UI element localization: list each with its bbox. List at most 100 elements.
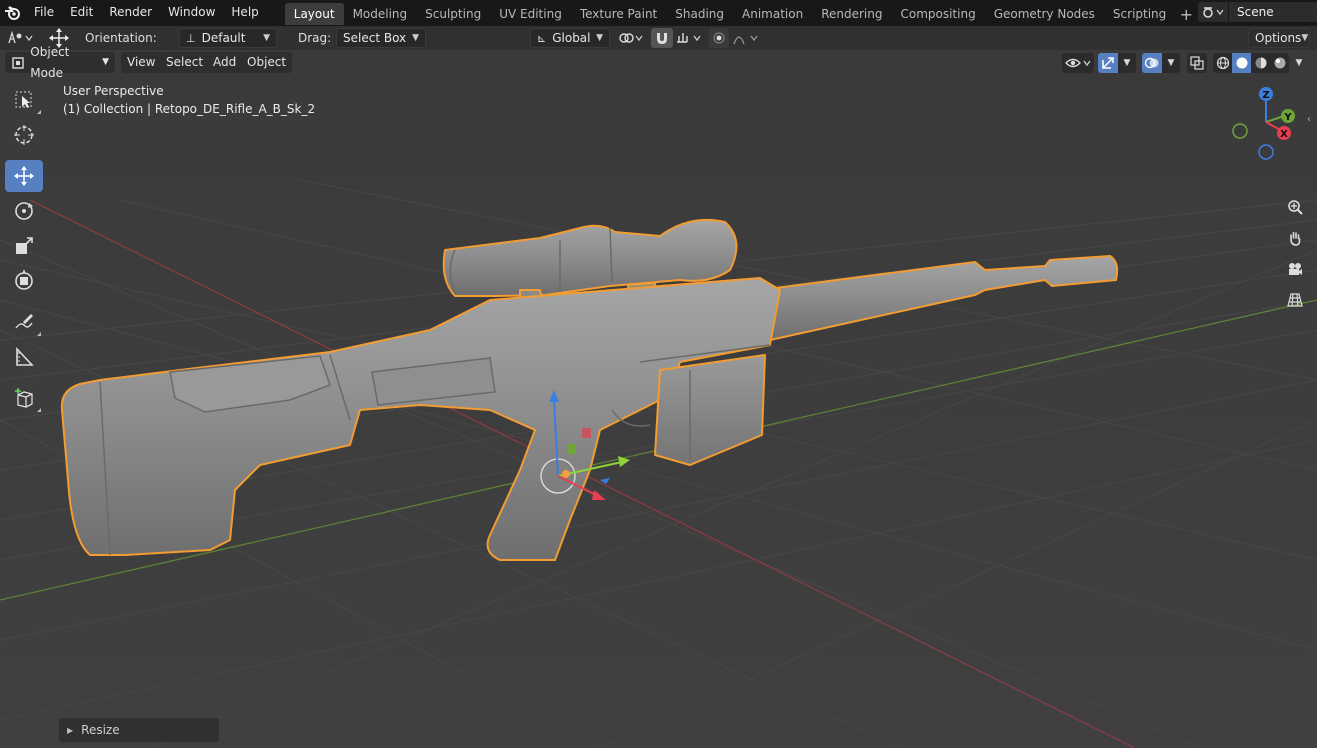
global-orientation-icon: ⊾ [537, 31, 547, 45]
tab-scripting[interactable]: Scripting [1104, 3, 1175, 25]
wireframe-shading-icon[interactable] [1213, 53, 1232, 73]
pivot-point-dropdown[interactable] [616, 28, 646, 48]
orientation-axes-icon: ⊥ [186, 31, 196, 45]
chevron-down-icon: ▼ [263, 33, 270, 43]
proportional-edit-toggle[interactable] [709, 28, 729, 48]
chevron-down-icon: ▼ [596, 33, 603, 43]
3d-viewport[interactable]: Z Y X ‹ User Perspective (1) Collection … [0, 26, 1317, 748]
menu-add[interactable]: Add [207, 52, 243, 73]
xray-icon [1190, 56, 1204, 70]
gizmo-toggle[interactable] [1098, 53, 1118, 73]
orientation-value: Default [201, 31, 246, 45]
rendered-shading-icon[interactable] [1270, 53, 1289, 73]
navigation-gizmo[interactable]: Z Y X [1228, 82, 1308, 172]
viewport-nav-tools [1282, 194, 1308, 318]
options-label: Options [1255, 31, 1302, 45]
blender-logo-icon[interactable] [0, 0, 26, 26]
scene-icon[interactable] [1198, 2, 1228, 22]
menu-select[interactable]: Select [160, 52, 210, 73]
menu-view[interactable]: View [121, 52, 162, 73]
select-box-tool[interactable] [5, 84, 43, 116]
scene-name-field[interactable]: Scene [1229, 2, 1317, 22]
falloff-curve-icon [733, 35, 758, 45]
viewport-header: Object Mode ▼ View Select Add Object ▼ ▼ [0, 45, 1317, 80]
snap-target-dropdown[interactable] [674, 28, 704, 48]
scale-icon [16, 237, 33, 254]
annotate-tool[interactable] [5, 306, 43, 338]
menu-window[interactable]: Window [160, 0, 223, 26]
chevron-down-icon: ▼ [102, 57, 109, 67]
options-dropdown[interactable]: Options ▼ [1248, 28, 1310, 48]
last-operator-panel[interactable]: ▶ Resize [59, 718, 219, 742]
proportional-edit-icon [713, 32, 725, 44]
drag-value: Select Box [343, 31, 407, 45]
overlays-icon [1144, 57, 1159, 69]
gizmo-dropdown[interactable]: ▼ [1118, 53, 1136, 73]
menu-object[interactable]: Object [241, 52, 293, 73]
measure-ruler-icon [16, 346, 34, 366]
xray-toggle[interactable] [1187, 53, 1207, 73]
magnet-icon [657, 33, 667, 44]
solid-shading-icon[interactable] [1232, 53, 1251, 73]
snap-toggle[interactable] [651, 28, 673, 48]
camera-icon[interactable] [1282, 256, 1308, 282]
scale-tool[interactable] [5, 230, 43, 262]
left-toolbar [5, 84, 43, 417]
pivot-point-icon [619, 33, 643, 43]
cursor-tool[interactable] [5, 119, 43, 151]
tab-uv-editing[interactable]: UV Editing [490, 3, 571, 25]
blender-window: Z Y X ‹ User Perspective (1) Collection … [0, 0, 1317, 748]
collection-label: (1) Collection | Retopo_DE_Rifle_A_B_Sk_… [63, 102, 316, 116]
annotate-pencil-icon [15, 314, 33, 329]
tab-geometry-nodes[interactable]: Geometry Nodes [985, 3, 1104, 25]
shading-mode-group [1213, 53, 1289, 73]
orientation-dropdown[interactable]: ⊥ Default ▼ [179, 28, 277, 48]
eye-icon [1065, 58, 1091, 68]
chevron-down-icon: ▼ [412, 33, 419, 43]
overlays-toggle[interactable] [1142, 53, 1162, 73]
gizmo-icon [1102, 57, 1114, 69]
tab-texture-paint[interactable]: Texture Paint [571, 3, 666, 25]
mode-value: Object Mode [30, 44, 70, 80]
expand-triangle-icon: ▶ [67, 725, 74, 735]
sidebar-toggle[interactable]: ‹ [1307, 114, 1317, 132]
shading-options-dropdown[interactable]: ▼ [1290, 53, 1308, 73]
transform-orientation-dropdown[interactable]: ⊾ Global ▼ [530, 28, 610, 48]
transform-icon [15, 270, 33, 290]
tab-sculpting[interactable]: Sculpting [416, 3, 490, 25]
tool-header: Orientation: ⊥ Default ▼ Drag: Select Bo… [0, 26, 1317, 50]
drag-label: Drag: [298, 31, 332, 45]
chevron-down-icon: ▼ [1123, 58, 1131, 68]
mode-dropdown[interactable]: Object Mode ▼ [5, 45, 115, 80]
add-workspace-button[interactable]: + [1175, 3, 1197, 25]
menu-edit[interactable]: Edit [62, 0, 101, 26]
move-arrows-icon [14, 166, 34, 186]
proportional-falloff-dropdown[interactable] [731, 28, 761, 48]
perspective-grid-icon[interactable] [1282, 287, 1308, 313]
pan-hand-icon[interactable] [1282, 225, 1308, 251]
menu-render[interactable]: Render [101, 0, 160, 26]
visibility-dropdown[interactable] [1062, 53, 1094, 73]
drag-dropdown[interactable]: Select Box ▼ [336, 28, 426, 48]
tab-animation[interactable]: Animation [733, 3, 812, 25]
chevron-down-icon: ▼ [1167, 58, 1175, 68]
tab-layout[interactable]: Layout [284, 3, 344, 25]
material-shading-icon[interactable] [1251, 53, 1270, 73]
object-mode-icon [12, 56, 24, 69]
move-tool[interactable] [5, 160, 43, 192]
perspective-label: User Perspective [63, 84, 164, 98]
overlays-dropdown[interactable]: ▼ [1162, 53, 1180, 73]
menu-help[interactable]: Help [223, 0, 266, 26]
zoom-icon[interactable] [1282, 194, 1308, 220]
rotate-tool[interactable] [5, 195, 43, 227]
menu-file[interactable]: File [26, 0, 62, 26]
measure-tool[interactable] [5, 341, 43, 373]
add-cube-tool[interactable] [5, 382, 43, 414]
tab-shading[interactable]: Shading [666, 3, 733, 25]
tab-modeling[interactable]: Modeling [344, 3, 417, 25]
cursor-icon [14, 125, 34, 145]
rotate-icon [15, 202, 33, 220]
tab-compositing[interactable]: Compositing [891, 3, 984, 25]
tab-rendering[interactable]: Rendering [812, 3, 891, 25]
transform-tool[interactable] [5, 265, 43, 297]
